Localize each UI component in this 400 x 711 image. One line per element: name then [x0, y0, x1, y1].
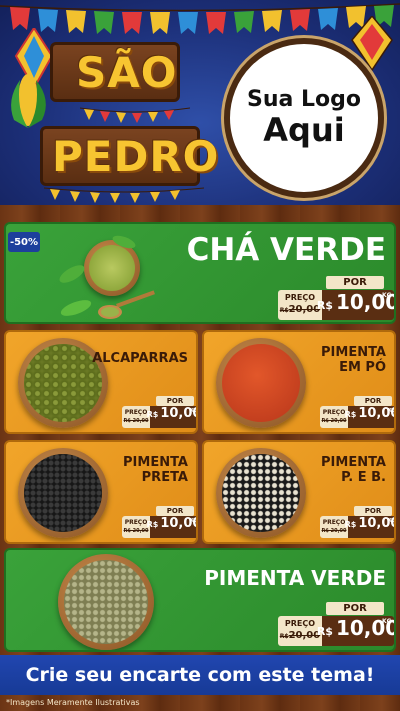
product-name: PIMENTA PRETA — [123, 455, 188, 486]
price-tag: POR PREÇO R$ 20,00 R$ 10,00 KG — [122, 396, 198, 430]
old-price-value: 20,00 — [288, 304, 321, 315]
product-name: ALCAPARRAS — [92, 351, 188, 367]
new-price-currency: R$ — [146, 520, 159, 529]
old-price-value: 20,00 — [288, 630, 321, 641]
price-tag: POR PREÇO R$ 20,00 R$ 10,00 KG — [320, 396, 396, 430]
green-pepper-bowl-image — [58, 554, 154, 650]
por-label: POR — [156, 396, 194, 406]
old-price: R$20,00 — [278, 629, 322, 643]
product-name-line1: PIMENTA — [123, 455, 188, 470]
old-price-currency: R$ — [279, 307, 289, 314]
por-label: POR — [156, 506, 194, 516]
header-banner: SÃO PEDRO Sua Logo Aqui — [0, 0, 400, 205]
old-price: R$20,00 — [278, 303, 322, 317]
featured-top-price-tag: POR PREÇO R$20,00 R$ 10,00 KG — [278, 276, 394, 322]
price-tag: POR PREÇO R$ 20,00 R$ 10,00 KG — [122, 506, 198, 540]
product-name-line1: ALCAPARRAS — [92, 351, 188, 366]
black-pepper-bowl-image — [18, 448, 108, 538]
preco-label-old-price: PREÇO R$20,00 — [278, 616, 322, 646]
por-label: POR — [354, 506, 392, 516]
featured-product-card-bottom: PIMENTA VERDE POR PREÇO R$20,00 R$ 10,00… — [4, 548, 396, 652]
price-tag: POR PREÇO R$ 20,00 R$ 10,00 KG — [320, 506, 396, 540]
logo-placeholder: Sua Logo Aqui — [224, 38, 384, 198]
por-label: POR — [326, 276, 384, 289]
preco-label: PREÇO — [284, 619, 316, 628]
product-name-line2: PRETA — [141, 469, 188, 485]
por-label: POR — [354, 396, 392, 406]
por-label: POR — [326, 602, 384, 615]
unit-label: KG — [382, 618, 392, 625]
preco-label: PREÇO — [284, 293, 316, 302]
unit-label: KG — [382, 292, 392, 299]
product-name-line1: PIMENTA — [321, 345, 386, 360]
mixed-pepper-bowl-image — [216, 448, 306, 538]
product-name-line2: EM PÓ — [339, 359, 386, 375]
product-card-pimenta-em-po: PIMENTA EM PÓ POR PREÇO R$ 20,00 R$ 10,0… — [202, 330, 396, 434]
ground-pepper-bowl-image — [216, 338, 306, 428]
mini-flags-decoration — [80, 107, 190, 123]
product-name: PIMENTA EM PÓ — [321, 345, 386, 376]
new-price-currency: R$ — [344, 520, 357, 529]
unit-label: KG — [190, 408, 198, 414]
cta-text: Crie seu encarte com este tema! — [25, 664, 375, 686]
cta-banner[interactable]: Crie seu encarte com este tema! — [0, 655, 400, 695]
sign-title-line1: SÃO — [76, 48, 178, 97]
old-price-currency: R$ — [279, 633, 289, 640]
disclaimer-text: *Imagens Meramente Ilustrativas — [6, 698, 140, 707]
leaves-decoration — [59, 235, 155, 319]
unit-label: KG — [388, 518, 396, 524]
product-name: PIMENTA P. E B. — [321, 455, 386, 486]
unit-label: KG — [388, 408, 396, 414]
new-price-currency: R$ — [316, 625, 333, 638]
sao-pedro-sign: SÃO PEDRO — [40, 40, 218, 203]
product-name-line2: P. E B. — [341, 469, 386, 485]
featured-top-product-name: CHÁ VERDE — [186, 232, 386, 268]
unit-label: KG — [190, 518, 198, 524]
featured-bottom-price-tag: POR PREÇO R$20,00 R$ 10,00 KG — [278, 602, 394, 648]
festa-junina-flags-decoration — [0, 3, 400, 34]
product-card-pimenta-preta: PIMENTA PRETA POR PREÇO R$ 20,00 R$ 10,0… — [4, 440, 198, 544]
mini-flags-bottom-decoration — [44, 187, 204, 203]
preco-label-old-price: PREÇO R$20,00 — [278, 290, 322, 320]
logo-text-line2: Aqui — [263, 110, 345, 149]
product-card-pimenta-peb: PIMENTA P. E B. POR PREÇO R$ 20,00 R$ 10… — [202, 440, 396, 544]
featured-bottom-product-name: PIMENTA VERDE — [204, 566, 386, 590]
product-card-alcaparras: ALCAPARRAS POR PREÇO R$ 20,00 R$ 10,00 K… — [4, 330, 198, 434]
new-price-currency: R$ — [316, 299, 333, 312]
new-price-currency: R$ — [146, 410, 159, 419]
sign-title-line2: PEDRO — [52, 132, 220, 181]
featured-product-card-top: CHÁ VERDE POR PREÇO R$20,00 R$ 10,00 KG — [4, 222, 396, 324]
product-name-line1: PIMENTA — [321, 455, 386, 470]
discount-badge: -50% — [8, 232, 40, 252]
new-price-currency: R$ — [344, 410, 357, 419]
logo-text-line1: Sua Logo — [246, 87, 361, 113]
